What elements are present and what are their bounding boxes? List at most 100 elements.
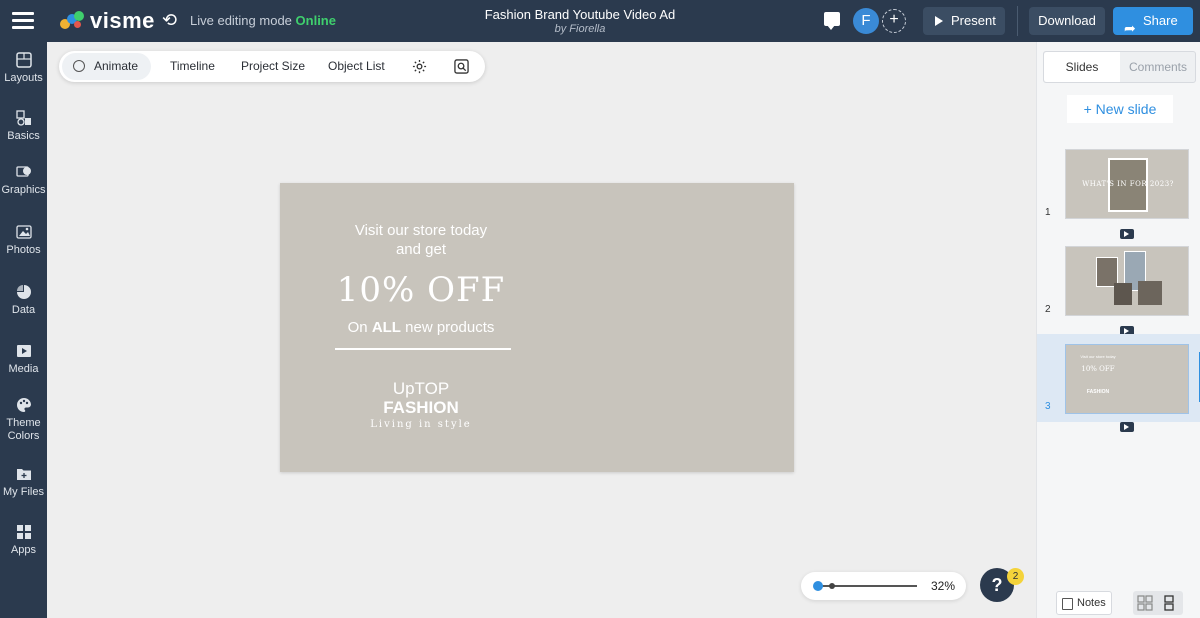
products-suffix: new products: [400, 319, 495, 336]
shapes-icon: [15, 110, 31, 126]
view-toggle: [1133, 591, 1183, 615]
slide-thumbnail-2[interactable]: [1065, 246, 1189, 316]
zoom-control: 32%: [801, 572, 966, 600]
folder-icon: [16, 469, 31, 480]
sidebar-item-my-files[interactable]: My Files: [0, 466, 47, 499]
sidebar-label: Layouts: [4, 72, 43, 84]
transition-icon[interactable]: [1120, 229, 1134, 239]
animate-button[interactable]: Animate: [62, 53, 152, 80]
pie-chart-icon: [16, 285, 31, 299]
slide-products-text[interactable]: On ALL new products: [320, 319, 522, 336]
brand-name: visme: [90, 8, 155, 33]
slide-line-1: Visit our store today: [354, 222, 488, 239]
avatar[interactable]: F: [853, 8, 879, 34]
thumb-title: WHAT'S IN FOR 2023?: [1082, 180, 1174, 188]
sidebar-item-graphics[interactable]: Graphics: [0, 164, 47, 197]
sidebar-item-media[interactable]: Media: [0, 343, 47, 376]
sidebar-item-apps[interactable]: Apps: [0, 524, 47, 557]
animate-icon: [73, 60, 85, 72]
notes-button[interactable]: Notes: [1056, 591, 1112, 615]
sidebar-label: My Files: [3, 486, 44, 498]
online-status: Online: [295, 13, 336, 28]
sidebar-label-line2: Colors: [7, 430, 40, 442]
document-author: by Fiorella: [554, 23, 606, 35]
document-title[interactable]: Fashion Brand Youtube Video Ad: [430, 7, 730, 22]
slide-text-visit[interactable]: Visit our store today and get: [320, 221, 522, 259]
graphics-icon: [15, 166, 31, 177]
share-label: Share: [1143, 13, 1178, 28]
slide-thumbnail-3[interactable]: Visit our store today 10% OFF FASHION: [1065, 344, 1189, 414]
comments-icon[interactable]: [824, 12, 840, 30]
sidebar-item-layouts[interactable]: Layouts: [0, 52, 47, 85]
sidebar-label: Basics: [7, 130, 40, 142]
sidebar-label: Graphics: [1, 184, 46, 196]
slide-number: 1: [1045, 207, 1051, 218]
object-list-button[interactable]: Object List: [328, 51, 385, 82]
slide-canvas[interactable]: Visit our store today and get 10% OFF On…: [280, 183, 794, 472]
panel-tabs: Slides Comments: [1043, 51, 1196, 83]
top-bar: visme ⟲ Live editing mode Online Fashion…: [0, 0, 1200, 42]
mode-label: Live editing mode: [190, 13, 292, 28]
present-button[interactable]: Present: [923, 7, 1005, 35]
sidebar-item-basics[interactable]: Basics: [0, 110, 47, 143]
sidebar-label: Photos: [6, 244, 41, 256]
slide-brand-line-1[interactable]: UpTOP: [320, 379, 522, 399]
live-mode-status: Live editing mode Online: [190, 13, 336, 28]
list-view-icon[interactable]: [1161, 595, 1177, 611]
project-size-button[interactable]: Project Size: [241, 51, 305, 82]
app-logo[interactable]: visme: [60, 8, 155, 34]
zoom-slider-handle[interactable]: [813, 581, 823, 591]
notification-badge: 2: [1007, 568, 1024, 585]
divider: [1017, 6, 1018, 36]
slide-number: 2: [1045, 304, 1051, 315]
products-bold: ALL: [371, 319, 401, 336]
tab-slides[interactable]: Slides: [1044, 52, 1120, 82]
menu-icon[interactable]: [12, 12, 34, 30]
share-icon: ➦: [1124, 20, 1136, 36]
thumb-offer: 10% OFF: [1081, 365, 1115, 373]
grid-view-icon[interactable]: [1137, 595, 1153, 611]
slides-panel: Slides Comments + New slide 1 WHAT'S IN …: [1036, 42, 1200, 618]
timeline-button[interactable]: Timeline: [170, 51, 215, 82]
undo-icon[interactable]: ⟲: [162, 10, 177, 31]
zoom-marker: [829, 583, 835, 589]
slide-thumb-row-3: 3 Visit our store today 10% OFF FASHION: [1037, 334, 1200, 422]
slide-divider-line[interactable]: [335, 348, 511, 350]
add-collaborator-icon[interactable]: +: [882, 9, 906, 33]
thumb-photo: [1138, 281, 1162, 305]
slide-tagline[interactable]: Living in style: [320, 419, 522, 430]
sidebar-item-theme-colors[interactable]: Theme Colors: [0, 397, 47, 443]
logo-mark-icon: [60, 11, 86, 31]
palette-icon: [16, 397, 31, 412]
video-icon: [16, 345, 31, 357]
canvas-toolbar: Animate Timeline Project Size Object Lis…: [59, 51, 485, 82]
thumb-line: Visit our store today: [1080, 354, 1116, 359]
sidebar-item-photos[interactable]: Photos: [0, 224, 47, 257]
thumb-brand: FASHION: [1086, 389, 1110, 395]
zoom-percent[interactable]: 32%: [931, 579, 955, 593]
new-slide-button[interactable]: + New slide: [1067, 95, 1173, 123]
tab-comments[interactable]: Comments: [1120, 52, 1196, 82]
slide-thumb-row-2: 2: [1037, 244, 1200, 339]
sidebar-label: Theme: [6, 417, 41, 429]
settings-gear-icon[interactable]: [412, 59, 427, 74]
sidebar-label: Media: [8, 363, 39, 375]
photo-icon: [15, 225, 32, 239]
animate-label: Animate: [94, 59, 139, 73]
slide-offer-text[interactable]: 10% OFF: [320, 270, 522, 310]
sidebar-item-data[interactable]: Data: [0, 284, 47, 317]
slide-thumbnail-1[interactable]: WHAT'S IN FOR 2023?: [1065, 149, 1189, 219]
products-prefix: On: [347, 319, 372, 336]
slide-brand-line-2[interactable]: FASHION: [320, 398, 522, 418]
sidebar-label: Apps: [10, 544, 37, 556]
preview-search-icon[interactable]: [454, 59, 469, 74]
share-button[interactable]: ➦ Share: [1113, 7, 1193, 36]
sidebar-label: Data: [11, 304, 36, 316]
slide-line-2: and get: [395, 241, 447, 258]
download-button[interactable]: Download: [1029, 7, 1105, 35]
slide-thumb-row-1: 1 WHAT'S IN FOR 2023?: [1037, 147, 1200, 242]
thumb-photo: [1114, 283, 1132, 305]
transition-icon[interactable]: [1120, 422, 1134, 432]
slide-number: 3: [1045, 401, 1051, 412]
left-sidebar: Layouts Basics Graphics Photos Data Medi…: [0, 42, 47, 618]
